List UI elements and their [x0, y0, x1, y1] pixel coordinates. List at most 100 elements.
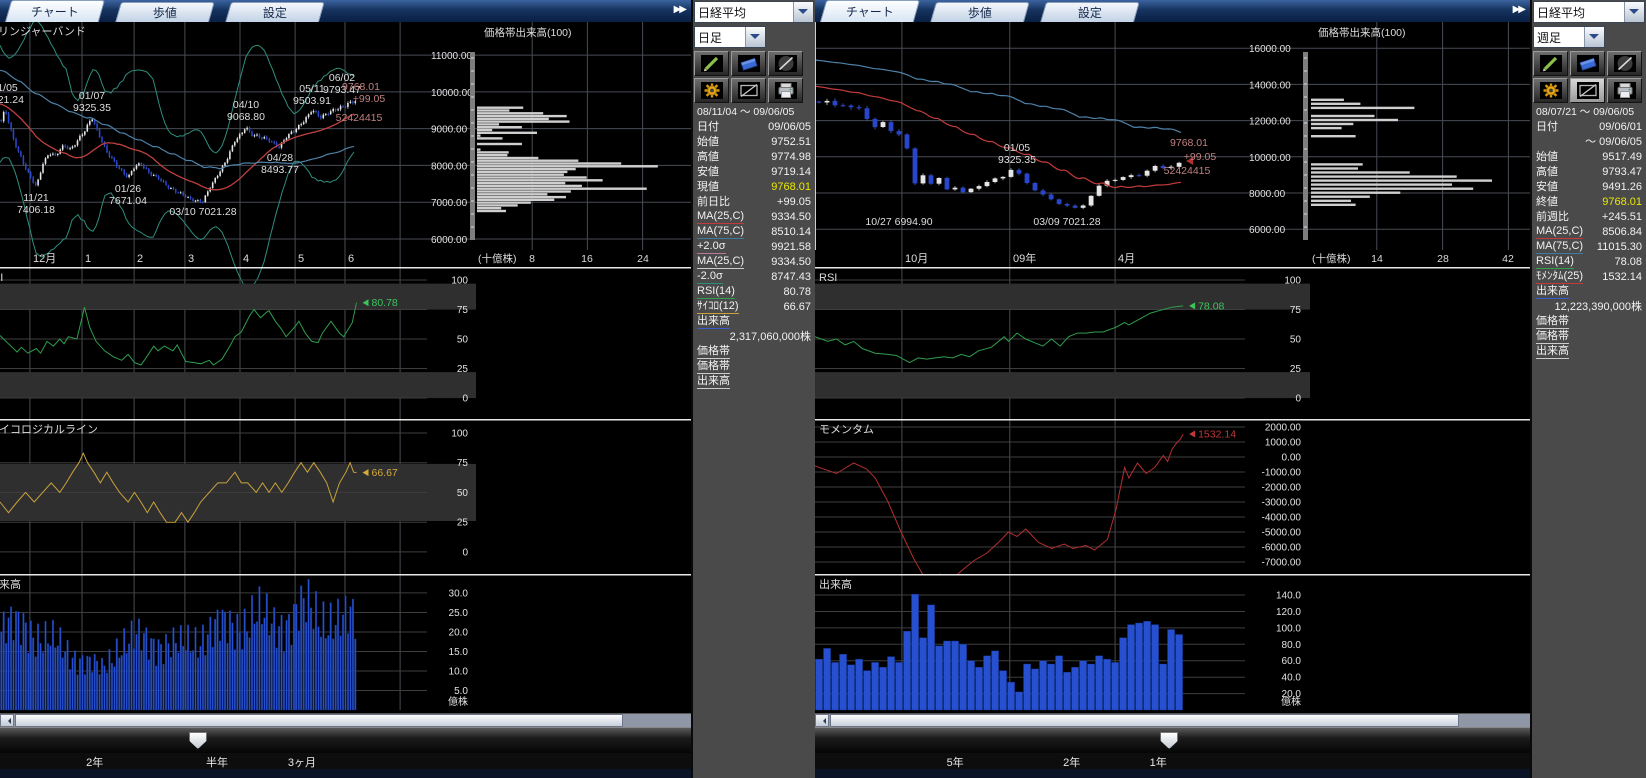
row-label[interactable]: RSI(14): [697, 284, 735, 299]
draw-pencil-icon[interactable]: [1533, 51, 1568, 76]
row-label[interactable]: 出来高: [1536, 284, 1569, 299]
quote-row: 高値9774.98: [693, 149, 815, 164]
slider-thumb[interactable]: [1160, 732, 1178, 749]
row-value: 9774.98: [771, 150, 811, 164]
svg-text:-2000.00: -2000.00: [1262, 483, 1302, 494]
timeframe-select[interactable]: 週足: [1533, 26, 1605, 48]
symbol-select[interactable]: 日経平均: [694, 1, 814, 23]
expand-panel-button[interactable]: ▶▶: [1513, 4, 1524, 15]
row-label[interactable]: 出来高: [1536, 344, 1569, 359]
tab-settings[interactable]: 設定: [1040, 2, 1140, 22]
slider-range-label[interactable]: 5年: [947, 754, 964, 770]
row-label: 日付: [1536, 120, 1558, 134]
tab-quotes[interactable]: 歩値: [930, 2, 1030, 22]
svg-text:1532.14: 1532.14: [1198, 429, 1236, 441]
tab-chart[interactable]: チャート: [5, 0, 105, 22]
chevron-down-icon[interactable]: [1624, 2, 1644, 22]
quote-row: 価格帯: [1532, 329, 1646, 344]
slider-range-label[interactable]: 2年: [86, 754, 103, 770]
daily-chart-svg[interactable]: 11/059521.2411/217406.1801/079325.3501/2…: [0, 22, 691, 713]
expand-panel-button[interactable]: ▶▶: [674, 4, 685, 15]
quote-row: 現値9768.01: [693, 179, 815, 194]
svg-text:11/05: 11/05: [0, 82, 18, 94]
svg-text:RSI: RSI: [819, 272, 837, 284]
time-range-slider[interactable]: [815, 727, 1530, 753]
svg-text:-3000.00: -3000.00: [1262, 498, 1302, 509]
row-label[interactable]: 価格帯: [1536, 314, 1569, 329]
region-select-icon[interactable]: [731, 78, 766, 103]
row-value: 9768.01: [1602, 195, 1642, 209]
svg-text:9768.01: 9768.01: [1170, 137, 1208, 149]
row-label[interactable]: MA(25,C): [1536, 224, 1583, 239]
quote-row: MA(75,C) 8510.14: [693, 224, 815, 239]
settings-gear-icon[interactable]: [1533, 78, 1568, 103]
trendline-icon[interactable]: [768, 51, 803, 76]
chevron-down-icon[interactable]: [745, 27, 765, 47]
chevron-down-icon[interactable]: [793, 2, 813, 22]
eraser-icon[interactable]: [731, 51, 766, 76]
quote-row: +2.0σ9921.58: [693, 239, 815, 254]
time-range-slider[interactable]: [0, 727, 691, 753]
scroll-left-icon[interactable]: [815, 714, 829, 727]
row-label[interactable]: ｻｲｺﾛ(12): [697, 299, 739, 314]
row-value: 78.08: [1614, 255, 1642, 269]
row-value: 9517.49: [1602, 150, 1642, 164]
svg-text:75: 75: [457, 458, 469, 469]
symbol-select[interactable]: 日経平均: [1533, 1, 1645, 23]
svg-text:140.0: 140.0: [1276, 591, 1301, 602]
data-sidebar-weekly: 日経平均 週足 08/07/21 ～ 09/06/05日付09/06/01～ 0…: [1530, 0, 1646, 778]
chevron-down-icon[interactable]: [1584, 27, 1604, 47]
svg-text:14: 14: [1371, 253, 1383, 265]
row-label[interactable]: 価格帯: [697, 359, 730, 374]
row-value: 8510.14: [771, 225, 811, 239]
row-label[interactable]: +2.0σ: [697, 239, 726, 254]
quote-row: 価格帯: [1532, 314, 1646, 329]
svg-text:出来高: 出来高: [819, 577, 852, 591]
svg-text:サイコロジカルライン: サイコロジカルライン: [0, 423, 98, 436]
slider-range-label[interactable]: 半年: [206, 754, 228, 770]
eraser-icon[interactable]: [1570, 51, 1605, 76]
row-label[interactable]: ﾓﾒﾝﾀﾑ(25): [1536, 269, 1583, 284]
quote-row: MA(75,C)11015.30: [1532, 239, 1646, 254]
row-label[interactable]: RSI(14): [1536, 254, 1574, 269]
row-label[interactable]: 出来高: [697, 314, 730, 329]
slider-range-label[interactable]: 1年: [1150, 754, 1167, 770]
slider-range-label[interactable]: 2年: [1063, 754, 1080, 770]
row-value: 9768.01: [771, 180, 811, 194]
row-value: 9491.26: [1602, 180, 1642, 194]
svg-text:100: 100: [1284, 276, 1301, 287]
svg-text:24: 24: [637, 253, 649, 265]
print-icon[interactable]: [1607, 78, 1642, 103]
svg-text:25: 25: [457, 518, 469, 529]
trendline-icon[interactable]: [1607, 51, 1642, 76]
row-label[interactable]: -2.0σ: [697, 269, 723, 284]
scroll-left-icon[interactable]: [0, 714, 14, 727]
slider-range-label[interactable]: 3ヶ月: [288, 754, 316, 770]
slider-thumb[interactable]: [189, 732, 207, 749]
tab-settings[interactable]: 設定: [225, 2, 325, 22]
svg-text:1000.00: 1000.00: [1265, 438, 1302, 449]
svg-text:30.0: 30.0: [449, 588, 469, 599]
print-icon[interactable]: [768, 78, 803, 103]
row-label[interactable]: 価格帯: [1536, 329, 1569, 344]
svg-text:5: 5: [298, 253, 304, 265]
row-label[interactable]: 出来高: [697, 374, 730, 389]
tab-quotes[interactable]: 歩値: [115, 2, 215, 22]
region-select-icon[interactable]: [1570, 78, 1605, 103]
settings-gear-icon[interactable]: [694, 78, 729, 103]
timeframe-select[interactable]: 日足: [694, 26, 766, 48]
scrollbar-thumb[interactable]: [15, 714, 623, 727]
quote-row: 日付09/06/05: [693, 119, 815, 134]
tab-label: 設定: [1078, 4, 1102, 21]
svg-text:9503.91: 9503.91: [293, 95, 331, 107]
row-label[interactable]: MA(25,C): [697, 254, 744, 269]
svg-text:9068.80: 9068.80: [227, 111, 265, 123]
row-label[interactable]: MA(25,C): [697, 209, 744, 224]
row-label[interactable]: MA(75,C): [1536, 239, 1583, 254]
draw-pencil-icon[interactable]: [694, 51, 729, 76]
row-label[interactable]: 価格帯: [697, 344, 730, 359]
scrollbar-thumb[interactable]: [830, 714, 1459, 727]
tab-chart[interactable]: チャート: [820, 0, 920, 22]
row-label[interactable]: MA(75,C): [697, 224, 744, 239]
weekly-chart-svg[interactable]: 10/27 6994.9001/059325.3503/09 7021.2897…: [815, 22, 1530, 713]
